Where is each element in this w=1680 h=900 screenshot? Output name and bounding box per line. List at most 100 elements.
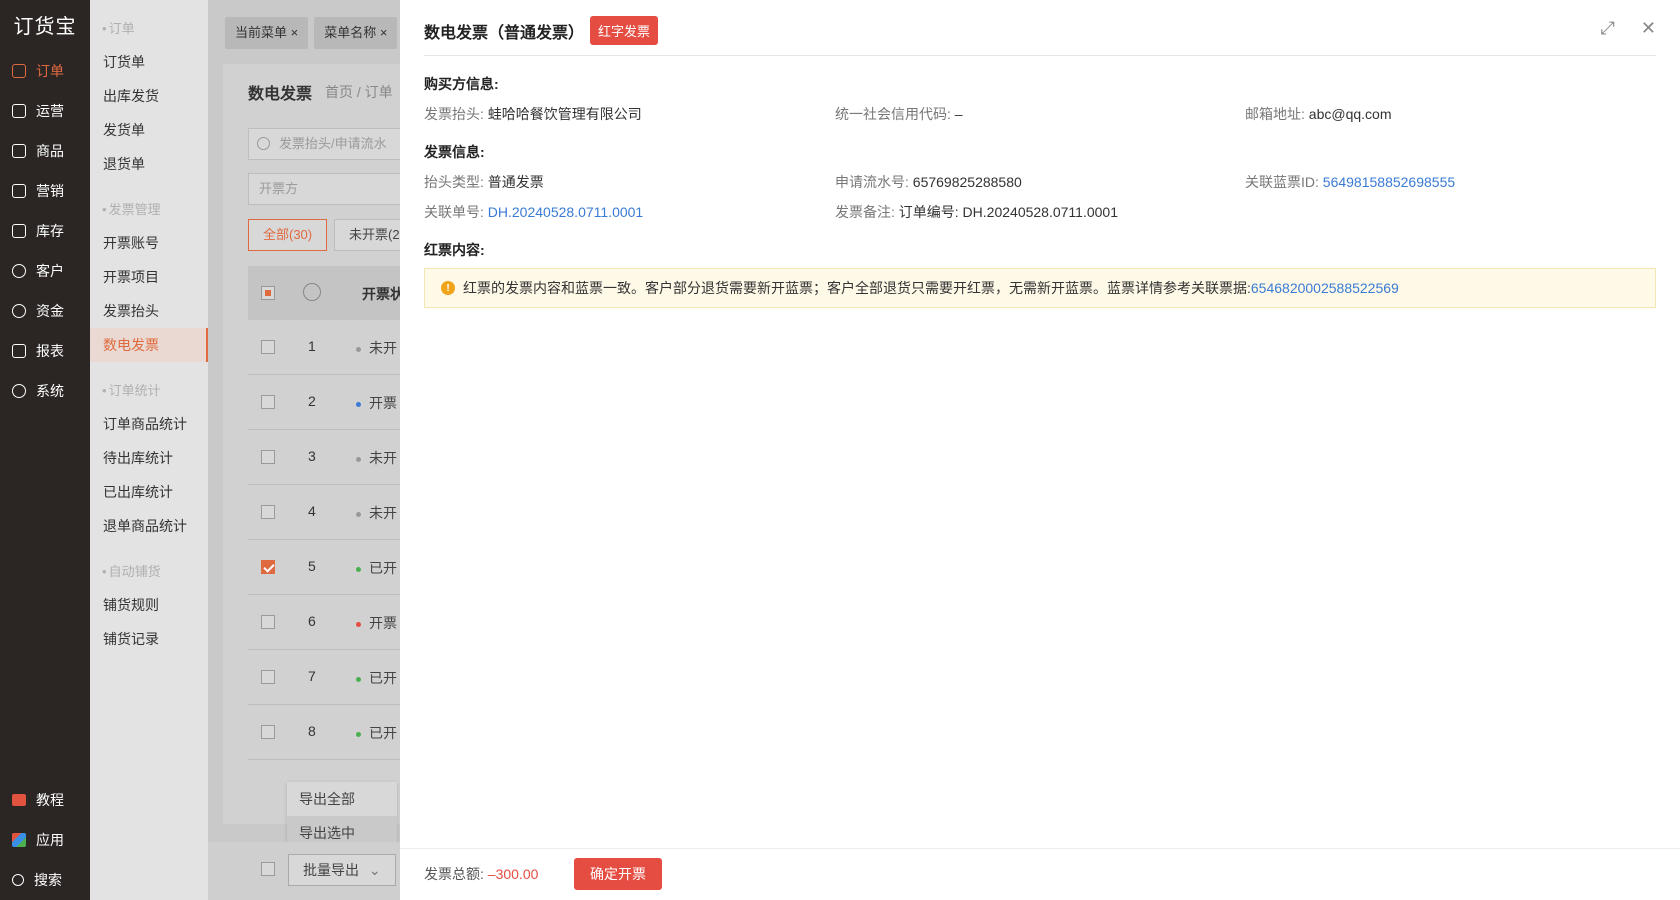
credit-code-field: 统一社会信用代码: – [835, 106, 963, 122]
submenu-item[interactable]: 订单商品统计 [90, 407, 208, 441]
invoice-drawer: 数电发票（普通发票） 红字发票 ⤢ ✕ 购买方信息: 发票抬头: 蛙哈哈餐饮管理… [400, 0, 1680, 900]
row-checkbox[interactable] [261, 505, 275, 519]
table-row[interactable]: 7 已开 [248, 650, 408, 705]
remark-field: 发票备注: 订单编号: DH.20240528.0711.0001 [835, 204, 1118, 220]
row-checkbox[interactable] [261, 450, 275, 464]
user-icon [12, 264, 26, 278]
issuer-select[interactable]: 开票方 [248, 173, 408, 205]
table-row[interactable]: 3 未开 [248, 430, 408, 485]
row-checkbox[interactable] [261, 670, 275, 684]
submenu-item[interactable]: 出库发货 [90, 79, 208, 113]
search-icon [12, 874, 24, 886]
drawer-header: 数电发票（普通发票） 红字发票 [424, 16, 659, 45]
table-header: 开票状 [248, 266, 408, 320]
drawer-title: 数电发票（普通发票） [424, 24, 585, 42]
close-icon[interactable]: × [380, 25, 388, 40]
bulk-export-button[interactable]: 批量导出 ⌄ [288, 854, 396, 886]
gear-icon [12, 384, 26, 398]
serial-number-field: 申请流水号: 65769825288580 [835, 174, 1022, 190]
breadcrumb: 首页 / 订单 [325, 84, 393, 100]
divider [424, 55, 1656, 56]
email-field: 邮箱地址: abc@qq.com [1245, 106, 1392, 122]
gift-icon [12, 184, 26, 198]
app-logo: 订货宝 [13, 13, 77, 38]
red-content-title: 红票内容: [424, 242, 485, 258]
submenu-item[interactable]: 发货单 [90, 113, 208, 147]
submenu-item[interactable]: 发票抬头 [90, 294, 208, 328]
video-icon [12, 794, 26, 806]
related-ticket-link[interactable]: 6546820002588522569 [1251, 280, 1399, 296]
nav-item-inventory[interactable]: 库存 [0, 211, 90, 251]
export-all-option[interactable]: 导出全部 [287, 782, 397, 816]
tab-current-menu[interactable]: 当前菜单 × [225, 17, 309, 49]
submenu-item[interactable]: 退单商品统计 [90, 509, 208, 543]
close-icon[interactable]: ✕ [1641, 18, 1656, 39]
cube-icon [12, 833, 26, 847]
warehouse-icon [12, 224, 26, 238]
blue-invoice-link[interactable]: 56498158852698555 [1323, 174, 1455, 190]
table-row[interactable]: 2 开票 [248, 375, 408, 430]
confirm-invoice-button[interactable]: 确定开票 [574, 858, 662, 890]
operations-icon [12, 104, 26, 118]
nav-item-products[interactable]: 商品 [0, 131, 90, 171]
page-title: 数电发票 [248, 86, 313, 103]
related-order-field: 关联单号: DH.20240528.0711.0001 [424, 204, 644, 220]
select-all-checkbox[interactable] [261, 286, 275, 300]
table-row[interactable]: 1 未开 [248, 320, 408, 375]
warning-icon: ! [441, 281, 455, 295]
submenu-item-active[interactable]: 数电发票 [90, 328, 208, 362]
row-checkbox[interactable] [261, 395, 275, 409]
submenu-item[interactable]: 订货单 [90, 45, 208, 79]
submenu-group-invoice: 发票管理 [90, 181, 208, 226]
filter-all[interactable]: 全部(30) [248, 219, 328, 251]
nav-item-reports[interactable]: 报表 [0, 331, 90, 371]
invoice-total: 发票总额: –300.00 [424, 866, 539, 882]
submenu-item[interactable]: 开票账号 [90, 226, 208, 260]
table-row[interactable]: 4 未开 [248, 485, 408, 540]
search-icon [257, 137, 270, 150]
related-order-link[interactable]: DH.20240528.0711.0001 [488, 204, 643, 220]
nav-item-funds[interactable]: 资金 [0, 291, 90, 331]
submenu-item[interactable]: 开票项目 [90, 260, 208, 294]
nav-item-customers[interactable]: 客户 [0, 251, 90, 291]
row-checkbox[interactable] [261, 725, 275, 739]
chevron-down-icon: ⌄ [368, 862, 381, 878]
close-icon[interactable]: × [291, 25, 299, 40]
nav-item-search[interactable]: 搜索 [0, 860, 90, 900]
sub-menu: 订单 订货单 出库发货 发货单 退货单 发票管理 开票账号 开票项目 发票抬头 … [90, 0, 208, 900]
submenu-item[interactable]: 铺货记录 [90, 622, 208, 656]
submenu-item[interactable]: 待出库统计 [90, 441, 208, 475]
settings-icon[interactable] [303, 283, 321, 301]
nav-item-operations[interactable]: 运营 [0, 91, 90, 131]
table-row[interactable]: 5 已开 [248, 540, 408, 595]
main-nav: 订货宝 订单 运营 商品 营销 库存 客户 资金 报表 系统 教程 应用 搜索 [0, 0, 90, 900]
submenu-item[interactable]: 铺货规则 [90, 588, 208, 622]
footer-checkbox[interactable] [261, 862, 275, 876]
submenu-item[interactable]: 退货单 [90, 147, 208, 181]
nav-item-orders[interactable]: 订单 [0, 51, 90, 91]
table-row[interactable]: 8 已开 [248, 705, 408, 760]
nav-item-apps[interactable]: 应用 [0, 820, 90, 860]
submenu-group-orders: 订单 [90, 0, 208, 45]
row-checkbox[interactable] [261, 615, 275, 629]
tab-menu-name[interactable]: 菜单名称 × [314, 17, 398, 49]
nav-item-tutorial[interactable]: 教程 [0, 780, 90, 820]
red-invoice-badge: 红字发票 [590, 16, 659, 45]
nav-item-marketing[interactable]: 营销 [0, 171, 90, 211]
nav-item-system[interactable]: 系统 [0, 371, 90, 411]
submenu-group-autostock: 自动铺货 [90, 543, 208, 588]
drawer-actions: ⤢ ✕ [1601, 18, 1657, 39]
row-checkbox[interactable] [261, 560, 275, 574]
row-checkbox[interactable] [261, 340, 275, 354]
fullscreen-icon[interactable]: ⤢ [1601, 18, 1615, 39]
invoice-section-title: 发票信息: [424, 144, 485, 160]
header-type-field: 抬头类型: 普通发票 [424, 174, 544, 190]
submenu-item[interactable]: 已出库统计 [90, 475, 208, 509]
table-row[interactable]: 6 开票 [248, 595, 408, 650]
search-input[interactable]: 发票抬头/申请流水 [248, 128, 408, 160]
buyer-section-title: 购买方信息: [424, 76, 499, 92]
chart-icon [12, 344, 26, 358]
product-icon [12, 144, 26, 158]
buyer-header-field: 发票抬头: 蛙哈哈餐饮管理有限公司 [424, 106, 642, 122]
page-tabs: 当前菜单 × 菜单名称 × [225, 17, 398, 49]
